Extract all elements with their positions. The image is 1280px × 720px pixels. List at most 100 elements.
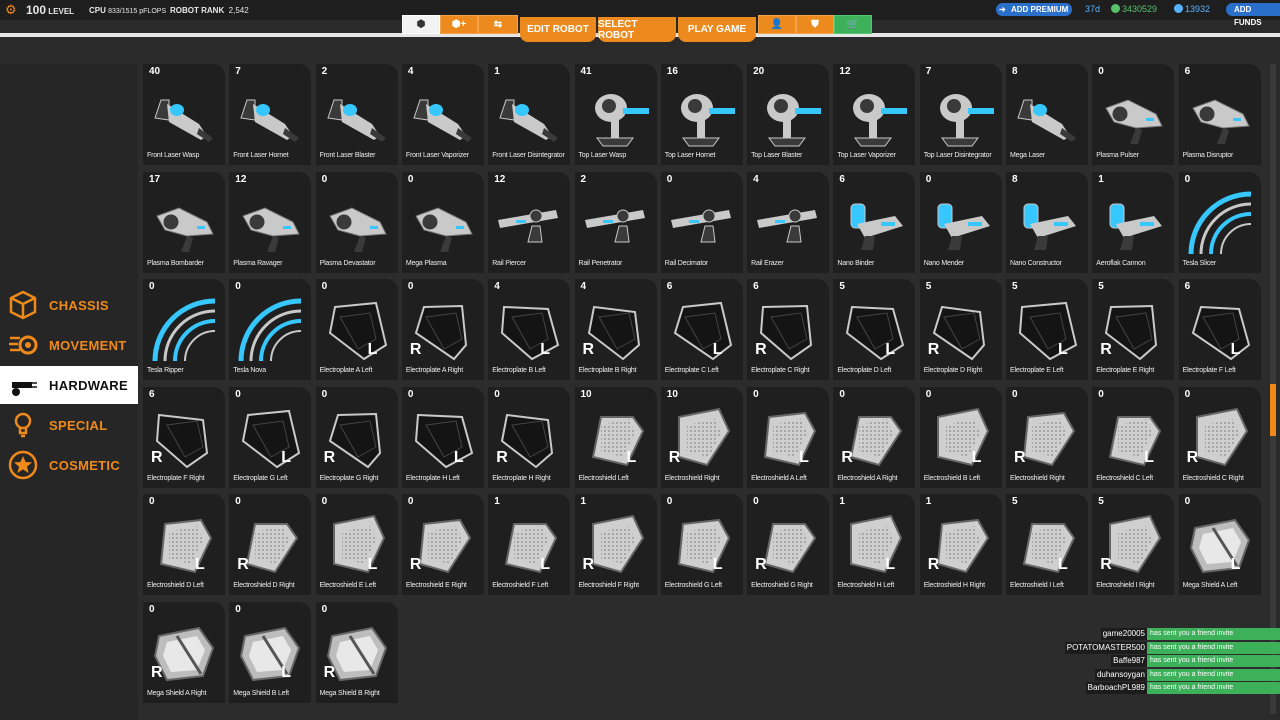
item-card[interactable]: 0 L Electroshield A Left <box>747 386 830 488</box>
item-count: 1 <box>925 496 932 507</box>
item-card[interactable]: 0 L Electroplate H Left <box>401 386 484 488</box>
tab-play-game[interactable]: PLAY GAME <box>678 17 756 42</box>
item-card[interactable]: 0 R Electroshield C Right <box>1178 386 1261 488</box>
item-card[interactable]: 0 L Electroshield G Left <box>660 494 743 595</box>
item-card[interactable]: 4 L Electroplate B Left <box>488 279 571 380</box>
item-card[interactable]: 5 L Electroshield I Left <box>1006 494 1088 595</box>
item-card[interactable]: 4 Front Laser Vaporizer <box>401 64 484 165</box>
item-card[interactable]: 0 L Electroshield C Left <box>1092 386 1175 488</box>
item-card[interactable]: 8 Mega Laser <box>1006 64 1088 165</box>
tab-select-robot[interactable]: SELECT ROBOT <box>598 17 676 42</box>
item-card[interactable]: 5 R Electroplate D Right <box>919 279 1002 380</box>
item-card[interactable]: 0 R Electroplate A Right <box>401 279 484 380</box>
item-card[interactable]: 0 L Electroshield E Left <box>315 494 398 595</box>
item-card[interactable]: 6 L Electroplate F Left <box>1178 279 1261 380</box>
item-card[interactable]: 0 R Mega Shield B Right <box>315 601 398 703</box>
item-card[interactable]: 5 R Electroplate E Right <box>1092 279 1175 380</box>
item-card[interactable]: 7 Top Laser Disintegrator <box>919 64 1002 165</box>
item-card[interactable]: 0 R Electroshield D Right <box>229 494 312 595</box>
item-card[interactable]: 2 Front Laser Blaster <box>315 64 398 165</box>
item-card[interactable]: 10 L Electroshield Left <box>574 386 657 488</box>
scrollbar-thumb[interactable] <box>1270 384 1276 436</box>
item-card[interactable]: 0 Tesla Ripper <box>143 279 225 380</box>
item-card[interactable]: 1 R Electroshield F Right <box>574 494 657 595</box>
item-count: 10 <box>666 388 678 400</box>
add-funds-button[interactable]: ADD FUNDS <box>1226 3 1280 27</box>
item-count: 1 <box>494 496 500 507</box>
share-robot-button[interactable]: ⇆ <box>478 15 518 34</box>
item-card[interactable]: 16 Top Laser Hornet <box>660 64 743 165</box>
item-card[interactable]: 0 L Electroshield B Left <box>919 386 1002 488</box>
tab-edit-robot[interactable]: EDIT ROBOT <box>520 17 596 42</box>
settings-gear-icon[interactable]: ⚙ <box>5 3 17 16</box>
item-card[interactable]: 1 L Electroshield H Left <box>833 494 916 595</box>
item-card[interactable]: 7 Front Laser Hornet <box>229 64 312 165</box>
item-card[interactable]: 4 R Electroplate B Right <box>574 279 657 380</box>
shop-button[interactable]: 🛒 <box>834 15 872 34</box>
item-card[interactable]: 0 Mega Plasma <box>401 171 484 273</box>
item-card[interactable]: 0 R Electroplate H Right <box>488 386 571 488</box>
friend-invite-notification[interactable]: POTATOMASTER500 has sent you a friend inv… <box>1064 641 1280 654</box>
friend-invite-notification[interactable]: game20005 has sent you a friend invite <box>1100 628 1280 640</box>
item-card[interactable]: 20 Top Laser Blaster <box>747 64 830 165</box>
item-card[interactable]: 12 Plasma Ravager <box>229 171 312 273</box>
item-name: Electroshield D Left <box>147 582 204 589</box>
item-card[interactable]: 6 Nano Binder <box>833 171 916 273</box>
item-card[interactable]: 0 Tesla Nova <box>229 279 312 380</box>
item-card[interactable]: 0 L Electroshield D Left <box>143 494 225 595</box>
invite-message: has sent you a friend invite <box>1147 628 1280 640</box>
add-premium-button[interactable]: ➜ ADD PREMIUM <box>996 3 1072 16</box>
item-card[interactable]: 40 Front Laser Wasp <box>143 64 225 165</box>
item-card[interactable]: 0 Nano Mender <box>919 171 1002 273</box>
item-card[interactable]: 0 Plasma Pulser <box>1092 64 1175 165</box>
item-card[interactable]: 1 R Electroshield H Right <box>919 494 1002 595</box>
item-card[interactable]: 5 L Electroplate E Left <box>1006 279 1088 380</box>
item-card[interactable]: 6 R Electroplate C Right <box>747 279 830 380</box>
profile-button[interactable]: 👤 <box>758 15 796 34</box>
item-card[interactable]: 1 L Electroshield F Left <box>488 494 571 595</box>
item-card[interactable]: 4 Rail Erazer <box>747 171 830 273</box>
sidebar-item-cosmetic[interactable]: COSMETIC <box>0 446 138 484</box>
item-card[interactable]: 17 Plasma Bombarder <box>143 171 225 273</box>
item-card[interactable]: 10 R Electroshield Right <box>660 386 743 488</box>
sidebar-item-movement[interactable]: MOVEMENT <box>0 326 138 364</box>
friend-invite-notification[interactable]: duhansoygan has sent you a friend invite <box>1094 668 1280 681</box>
item-card[interactable]: 6 Plasma Disruptor <box>1178 64 1261 165</box>
item-card[interactable]: 5 L Electroplate D Left <box>833 279 916 380</box>
item-card[interactable]: 41 Top Laser Wasp <box>574 64 657 165</box>
item-card[interactable]: 2 Rail Penetrator <box>574 171 657 273</box>
item-card[interactable]: 12 Rail Piercer <box>488 171 571 273</box>
item-card[interactable]: 8 Nano Constructor <box>1006 171 1088 273</box>
sidebar-item-chassis[interactable]: CHASSIS <box>0 286 138 324</box>
item-card[interactable]: 0 R Electroplate G Right <box>315 386 398 488</box>
item-card[interactable]: 0 R Electroshield E Right <box>401 494 484 595</box>
nano-part-icon <box>1023 203 1076 250</box>
item-card[interactable]: 0 R Electroshield G Right <box>747 494 830 595</box>
item-card[interactable]: 0 Rail Decimator <box>660 171 743 273</box>
item-card[interactable]: 0 R Electroshield A Right <box>833 386 916 488</box>
add-robot-button[interactable]: ⬢+ <box>440 15 478 34</box>
friend-invite-notification[interactable]: BarboachPL989 has sent you a friend invit… <box>1085 682 1280 694</box>
item-card[interactable]: 0 L Mega Shield B Left <box>229 601 312 703</box>
item-name: Plasma Disruptor <box>1182 152 1234 159</box>
robits-value: 3430529 <box>1122 4 1158 14</box>
item-card[interactable]: 0 Plasma Devastator <box>315 171 398 273</box>
item-card[interactable]: 0 Tesla Slicer <box>1178 171 1261 273</box>
shield-part-icon <box>936 407 989 466</box>
item-card[interactable]: 0 L Mega Shield A Left <box>1178 494 1261 595</box>
item-card[interactable]: 0 L Electroplate A Left <box>315 279 398 380</box>
item-card[interactable]: 0 R Mega Shield A Right <box>143 601 225 703</box>
item-card[interactable]: 5 R Electroshield I Right <box>1092 494 1175 595</box>
item-card[interactable]: 1 Front Laser Disintegrator <box>488 64 571 165</box>
friend-invite-notification[interactable]: Baffe987 has sent you a friend invite <box>1111 655 1280 667</box>
clan-button[interactable]: ⛊ <box>796 15 834 34</box>
item-card[interactable]: 0 L Electroplate G Left <box>229 386 312 488</box>
sidebar-item-special[interactable]: SPECIAL <box>0 406 138 444</box>
item-card[interactable]: 1 Aeroflak Cannon <box>1092 171 1175 273</box>
item-card[interactable]: 6 R Electroplate F Right <box>143 386 225 488</box>
item-card[interactable]: 0 R Electroshield Right <box>1006 386 1088 488</box>
item-card[interactable]: 12 Top Laser Vaporizer <box>833 64 916 165</box>
sidebar-item-hardware[interactable]: HARDWARE <box>0 366 138 404</box>
item-card[interactable]: 6 L Electroplate C Left <box>660 279 743 380</box>
robot-garage-button[interactable]: ⬢ <box>402 15 440 34</box>
